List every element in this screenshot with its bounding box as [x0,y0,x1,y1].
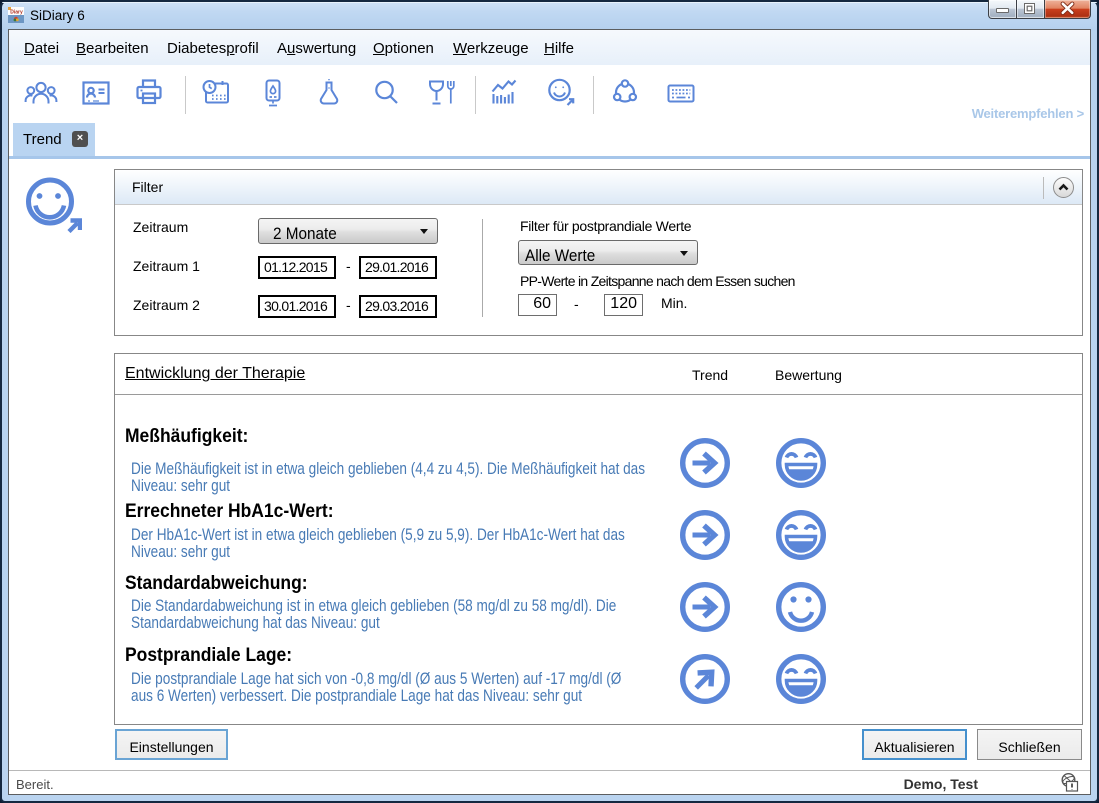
svg-text:Diary: Diary [10,10,23,16]
